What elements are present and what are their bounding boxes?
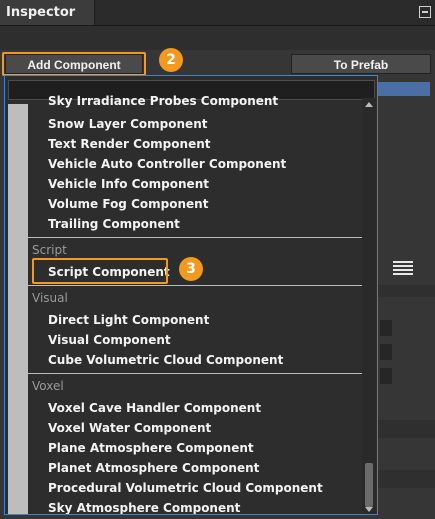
list-item[interactable]: Snow Layer Component [48, 114, 207, 134]
component-list: Sky Irradiance Probes Component Snow Lay… [28, 94, 362, 514]
background-row [378, 285, 435, 297]
selected-row [378, 82, 430, 96]
list-item[interactable]: Voxel Cave Handler Component [48, 398, 261, 418]
add-component-highlight [2, 52, 146, 76]
category-separator [28, 285, 362, 286]
script-component-highlight [32, 258, 168, 284]
category-label-voxel: Voxel [32, 379, 64, 393]
category-separator [28, 373, 362, 374]
background-row [378, 470, 435, 488]
category-label-script: Script [32, 243, 67, 257]
list-item[interactable]: Vehicle Auto Controller Component [48, 154, 286, 174]
to-prefab-button[interactable]: To Prefab [291, 54, 431, 74]
step-badge-2: 2 [159, 48, 183, 72]
background-row [378, 420, 435, 438]
background-field [380, 344, 392, 360]
list-item[interactable]: Planet Atmosphere Component [48, 458, 259, 478]
list-item[interactable]: Text Render Component [48, 134, 210, 154]
list-item[interactable]: Voxel Water Component [48, 418, 211, 438]
list-item[interactable]: Visual Component [48, 330, 171, 350]
scroll-up-icon[interactable] [365, 102, 373, 107]
list-item[interactable]: Plane Atmosphere Component [48, 438, 254, 458]
hamburger-menu-icon[interactable] [393, 261, 413, 275]
dropdown-scrollbar[interactable] [362, 98, 376, 514]
scroll-down-icon[interactable] [365, 507, 373, 512]
background-field [380, 368, 392, 384]
pin-icon[interactable] [419, 6, 431, 18]
list-item[interactable]: Sky Atmosphere Component [48, 498, 240, 514]
component-dropdown: Sky Irradiance Probes Component Snow Lay… [4, 75, 378, 515]
category-separator [28, 237, 362, 238]
tab-bar: Inspector [0, 0, 435, 26]
list-item[interactable]: Trailing Component [48, 214, 180, 234]
step-badge-3: 3 [179, 257, 203, 281]
dropdown-left-strip [8, 104, 28, 514]
list-item[interactable]: Procedural Volumetric Cloud Component [48, 478, 323, 498]
inspector-toolbar [0, 26, 435, 50]
list-item[interactable]: Vehicle Info Component [48, 174, 209, 194]
list-item[interactable]: Sky Irradiance Probes Component [48, 91, 278, 111]
scrollbar-thumb[interactable] [365, 463, 373, 507]
list-item[interactable]: Direct Light Component [48, 310, 209, 330]
list-item[interactable]: Cube Volumetric Cloud Component [48, 350, 283, 370]
background-field [380, 320, 392, 336]
tab-inspector[interactable]: Inspector [0, 0, 95, 25]
category-label-visual: Visual [32, 291, 68, 305]
list-item[interactable]: Volume Fog Component [48, 194, 208, 214]
